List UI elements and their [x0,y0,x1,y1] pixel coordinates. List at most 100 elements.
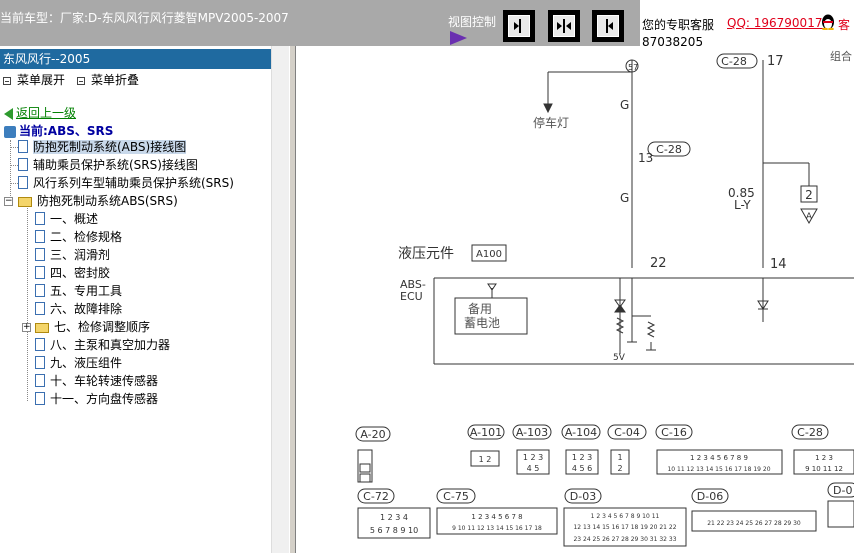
connector-c28-mid: C-28 [656,143,682,156]
tree-item-label: 防抱死制动系统(ABS)接线图 [33,140,187,154]
d03-pins-row3: 23 24 25 26 27 28 29 30 31 32 33 [573,536,676,543]
tree-line [10,147,18,148]
tree-line [27,208,28,401]
expand-toggle-icon[interactable]: + [22,323,31,332]
connector-a103: A-103 [516,426,548,439]
backup-label-1: 备用 [468,302,492,316]
tree-subitem[interactable]: 四、密封胶 [35,265,110,281]
qq-penguin-icon[interactable] [821,14,835,30]
tree-subitem[interactable]: 五、专用工具 [35,283,122,299]
service-ke-link[interactable]: 客 [838,16,850,33]
box-2-label: 2 [805,188,813,202]
connector-c72: C-72 [363,490,389,503]
back-arrow-icon [4,107,13,120]
c72-pins-row2: 5 6 7 8 9 10 [370,526,418,535]
tree-subitem-label: 八、主泵和真空加力器 [50,338,171,352]
split-view-button[interactable] [548,10,580,42]
folder-open-icon [18,196,32,207]
pin-22-label: 22 [650,256,667,271]
tree-item-srs-wiring[interactable]: 辅助乘员保护系统(SRS)接线图 [18,157,198,173]
wiring-diagram: C-28 17 组合 57 G 停车灯 13 C-28 G 0.85 L-Y 2… [355,49,854,547]
customer-service-panel: 您的专职客服 QQ: 1967900174 客 87038205 [640,0,854,49]
collapse-left-button[interactable] [503,10,535,42]
view-control-label: 视图控制 [448,15,497,29]
back-link[interactable]: 返回上一级 [4,104,76,121]
collapse-toggle-icon[interactable]: − [4,197,13,206]
pin-14-label: 14 [770,257,787,272]
tree-subitem-label: 四、密封胶 [50,266,111,280]
connector-a104: A-104 [565,426,597,439]
document-icon [35,284,45,297]
arrow-left-bar-icon [606,19,613,33]
menu-collapse-button[interactable]: 菜单折叠 [77,71,139,88]
tree-subitem[interactable]: 二、检修规格 [35,229,122,245]
c28-pins-row2: 9 10 11 12 [805,465,843,473]
expand-square-icon [3,76,11,85]
tree-subitem-label: 六、故障排除 [50,302,123,316]
document-icon [35,302,45,315]
tree-subitem[interactable]: 一、概述 [35,211,98,227]
tree-subitem-label: 二、检修规格 [50,230,123,244]
menu-collapse-label: 菜单折叠 [91,73,140,87]
computer-icon [4,125,16,138]
top-bar: 当前车型：厂家:D-东风风行风行菱智MPV2005-2007 视图控制 您的专职… [0,0,854,49]
tree-subfolder[interactable]: 七、检修调整顺序 [35,319,150,335]
document-icon [35,374,45,387]
c28-pins-row1: 1 2 3 [815,454,833,462]
pane-splitter[interactable] [289,46,296,553]
tree-subitem[interactable]: 八、主泵和真空加力器 [35,337,170,353]
sidebar: 东风风行--2005 菜单展开 菜单折叠 返回上一级 当前:ABS、SRS 防抱… [0,46,271,553]
service-label: 您的专职客服 [642,18,715,32]
current-node: 当前:ABS、SRS [4,122,113,139]
tree-folder-abs-srs[interactable]: 防抱死制动系统ABS(SRS) [18,193,178,209]
tree-item-abs-wiring[interactable]: 防抱死制动系统(ABS)接线图 [18,139,187,155]
wire-g-1: G [620,98,629,112]
zuhe-label: 组合 [830,49,852,63]
a103-pins-row1: 1 2 3 [523,453,543,462]
c72-pins-row1: 1 2 3 4 [380,513,408,522]
brake-lamp-label: 停车灯 [533,115,569,130]
document-icon [18,140,28,153]
a101-pins: 1 2 [479,455,492,464]
back-label: 返回上一级 [16,106,77,120]
document-icon [35,392,45,405]
tree-subitem[interactable]: 十、车轮转速传感器 [35,373,158,389]
wiring-diagram-pane: C-28 17 组合 57 G 停车灯 13 C-28 G 0.85 L-Y 2… [296,46,854,553]
tree-subitem-label: 七、检修调整顺序 [54,320,151,334]
collapse-right-button[interactable] [592,10,624,42]
tree-item-label: 辅助乘员保护系统(SRS)接线图 [33,158,198,172]
hydraulic-unit-label: 液压元件 [398,246,454,262]
tree-subitem-label: 三、润滑剂 [50,248,111,262]
document-icon [18,176,28,189]
qq-link[interactable]: QQ: 1967900174 [727,16,830,30]
tree-item-srs-series[interactable]: 风行系列车型辅助乘员保护系统(SRS) [18,175,234,191]
tree-subitem[interactable]: 六、故障排除 [35,301,122,317]
document-icon [18,158,28,171]
connector-c04: C-04 [614,426,640,439]
d06-pins: 21 22 23 24 25 26 27 28 29 30 [707,520,801,527]
connector-d03: D-03 [570,490,596,503]
arrow-right-bar-icon [514,19,521,33]
connector-c28: C-28 [797,426,823,439]
tree-subitem[interactable]: 九、液压组件 [35,355,122,371]
current-label: 当前:ABS、SRS [19,124,114,138]
c75-pins-row2: 9 10 11 12 13 14 15 16 17 18 [452,525,542,532]
wire-g-2: G [620,191,629,205]
tree-subitem-label: 十、车轮转速传感器 [50,374,159,388]
d03-pins-row1: 1 2 3 4 5 6 7 8 9 10 11 [591,513,660,520]
c04-pins-row1: 1 [617,453,622,462]
a103-pins-row2: 4 5 [527,464,540,473]
sidebar-scrollbar[interactable] [271,46,289,553]
tree-subitem[interactable]: 十一、方向盘传感器 [35,391,158,407]
connector-d06: D-06 [697,490,723,503]
tree-subitem[interactable]: 三、润滑剂 [35,247,110,263]
tree-line [10,140,11,200]
wire-ly-label: L-Y [734,198,751,212]
tree-item-label: 防抱死制动系统ABS(SRS) [37,194,178,208]
menu-expand-button[interactable]: 菜单展开 [3,71,65,88]
ecu-label-2: ECU [400,290,423,303]
collapse-square-icon [77,76,85,85]
view-control-arrow-icon[interactable] [450,31,467,45]
tree-subitem-label: 九、液压组件 [50,356,123,370]
document-icon [35,338,45,351]
